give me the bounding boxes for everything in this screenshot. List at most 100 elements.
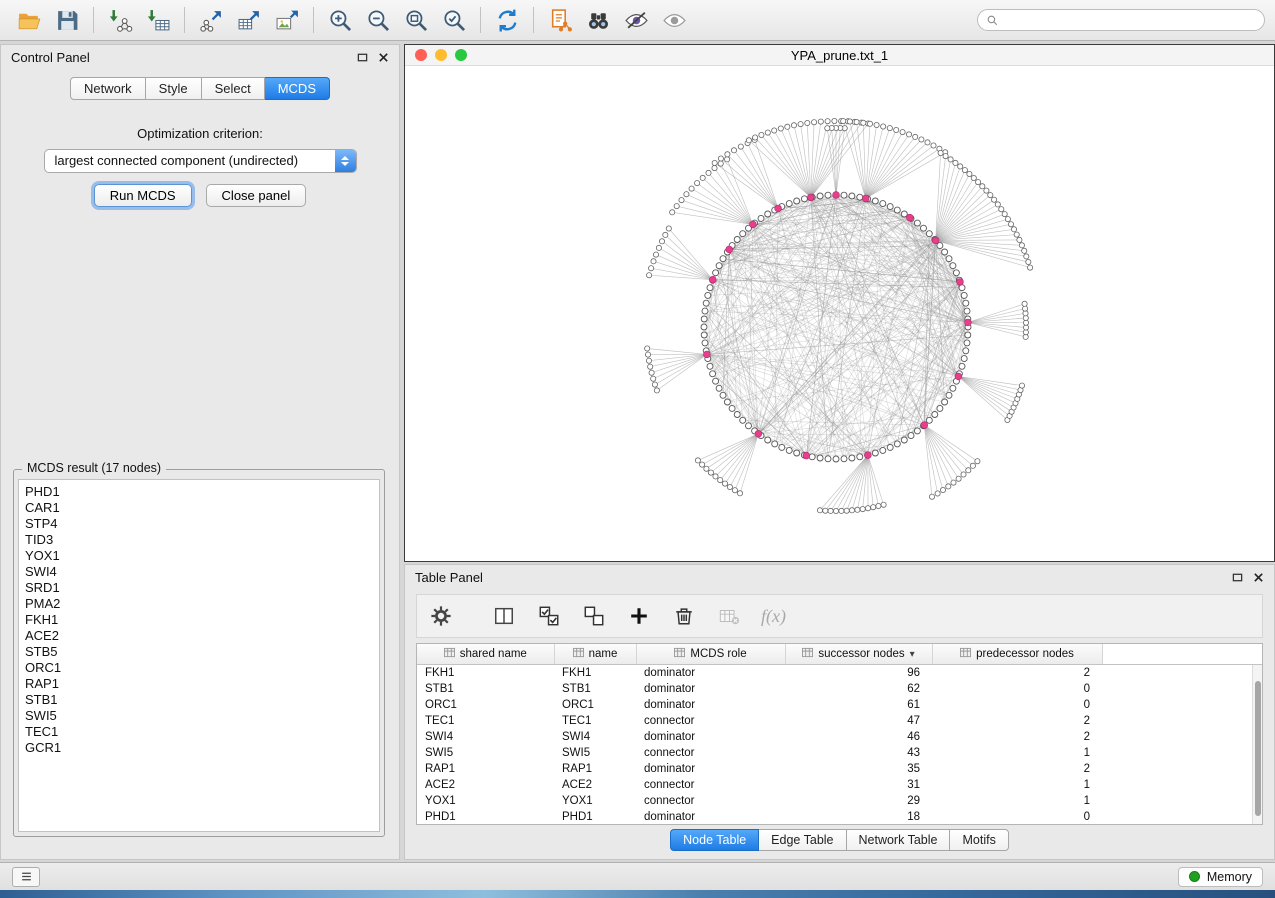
memory-button[interactable]: Memory [1178,867,1263,887]
column-grid-icon [674,647,685,661]
save-button[interactable] [48,4,86,36]
cell-shared_name: ACE2 [417,777,554,793]
tab-style[interactable]: Style [146,77,202,100]
scrollbar-thumb[interactable] [1255,681,1261,816]
toggle-graphics-details-button[interactable] [617,4,655,36]
criterion-select[interactable]: largest connected component (undirected) [44,149,357,173]
search-input[interactable] [1004,12,1256,28]
cell-shared_name: STB1 [417,681,554,697]
column-header-shared-name[interactable]: shared name [417,644,554,665]
settings-button[interactable] [429,605,452,628]
table-row[interactable]: ORC1ORC1dominator610 [417,697,1262,713]
mcds-result-item[interactable]: STP4 [25,516,373,532]
table-row[interactable]: TEC1TEC1connector472 [417,713,1262,729]
cell-successors: 96 [785,665,932,682]
mcds-result-item[interactable]: SRD1 [25,580,373,596]
table-row[interactable]: RAP1RAP1dominator352 [417,761,1262,777]
column-layout-button[interactable] [492,605,515,628]
search-box[interactable] [977,9,1265,31]
tab-select[interactable]: Select [202,77,265,100]
table-scrollbar[interactable] [1252,665,1262,824]
float-panel-icon[interactable] [1232,572,1243,583]
close-panel-icon[interactable] [1253,572,1264,583]
select-all-button[interactable] [537,605,560,628]
mcds-result-item[interactable]: SWI4 [25,564,373,580]
delete-disabled-button [717,605,740,628]
table-row[interactable]: PHD1PHD1dominator180 [417,809,1262,825]
refresh-button[interactable] [488,4,526,36]
import-network-button[interactable] [101,4,139,36]
export-table-icon [237,8,262,33]
cell-predecessors: 0 [932,697,1102,713]
zoom-out-button[interactable] [359,4,397,36]
hide-details-button[interactable] [655,4,693,36]
network-titlebar[interactable]: YPA_prune.txt_1 [405,45,1274,66]
mcds-result-item[interactable]: FKH1 [25,612,373,628]
column-header-name[interactable]: name [554,644,636,665]
mcds-result-item[interactable]: ORC1 [25,660,373,676]
mcds-result-item[interactable]: ACE2 [25,628,373,644]
mcds-result-item[interactable]: TID3 [25,532,373,548]
run-mcds-button[interactable]: Run MCDS [94,184,192,207]
zoom-selected-button[interactable] [435,4,473,36]
control-panel-title: Control Panel [11,50,90,65]
mcds-result-item[interactable]: PMA2 [25,596,373,612]
table-row[interactable]: STB1STB1dominator620 [417,681,1262,697]
network-view[interactable] [405,65,1274,561]
tab-mcds[interactable]: MCDS [265,77,330,100]
network-canvas[interactable] [405,65,1274,561]
toolbar-buttons [10,4,693,36]
cell-successors: 31 [785,777,932,793]
zoom-fit-button[interactable] [397,4,435,36]
column-header-MCDS-role[interactable]: MCDS role [636,644,785,665]
mcds-result-item[interactable]: TEC1 [25,724,373,740]
mcds-result-item[interactable]: YOX1 [25,548,373,564]
add-icon [628,605,650,627]
tab-node-table[interactable]: Node Table [670,829,759,851]
cell-shared_name: TEC1 [417,713,554,729]
column-header-successor-nodes[interactable]: successor nodes▾ [785,644,932,665]
mcds-result-item[interactable]: GCR1 [25,740,373,756]
task-history-button[interactable] [12,867,40,887]
cell-role: dominator [636,809,785,825]
share-document-button[interactable] [541,4,579,36]
cell-shared_name: YOX1 [417,793,554,809]
table-row[interactable]: SWI5SWI5connector431 [417,745,1262,761]
close-panel-icon[interactable] [378,52,389,63]
delete-button[interactable] [672,605,695,628]
close-window-button[interactable] [415,49,427,61]
import-table-button[interactable] [139,4,177,36]
tab-network-table[interactable]: Network Table [847,829,951,851]
mcds-result-item[interactable]: STB5 [25,644,373,660]
mcds-result-item[interactable]: STB1 [25,692,373,708]
mcds-result-list[interactable]: PHD1CAR1STP4TID3YOX1SWI4SRD1PMA2FKH1ACE2… [18,479,380,832]
table-row[interactable]: SWI4SWI4dominator462 [417,729,1262,745]
column-header-predecessor-nodes[interactable]: predecessor nodes [932,644,1102,665]
cell-filler [1102,729,1262,745]
table-row[interactable]: FKH1FKH1dominator962 [417,665,1262,682]
open-folder-button[interactable] [10,4,48,36]
cell-predecessors: 2 [932,729,1102,745]
mcds-result-item[interactable]: SWI5 [25,708,373,724]
export-table-button[interactable] [230,4,268,36]
cell-role: dominator [636,681,785,697]
search-network-button[interactable] [579,4,617,36]
tab-network[interactable]: Network [70,77,146,100]
zoom-window-button[interactable] [455,49,467,61]
close-panel-button[interactable]: Close panel [206,184,307,207]
mcds-result-item[interactable]: RAP1 [25,676,373,692]
tab-motifs[interactable]: Motifs [950,829,1008,851]
export-image-button[interactable] [268,4,306,36]
mcds-result-item[interactable]: CAR1 [25,500,373,516]
table-row[interactable]: YOX1YOX1connector291 [417,793,1262,809]
zoom-in-button[interactable] [321,4,359,36]
add-button[interactable] [627,605,650,628]
criterion-selected-value: largest connected component (undirected) [55,153,299,168]
export-network-button[interactable] [192,4,230,36]
deselect-all-button[interactable] [582,605,605,628]
tab-edge-table[interactable]: Edge Table [759,829,846,851]
float-panel-icon[interactable] [357,52,368,63]
mcds-result-item[interactable]: PHD1 [25,484,373,500]
minimize-window-button[interactable] [435,49,447,61]
table-row[interactable]: ACE2ACE2connector311 [417,777,1262,793]
